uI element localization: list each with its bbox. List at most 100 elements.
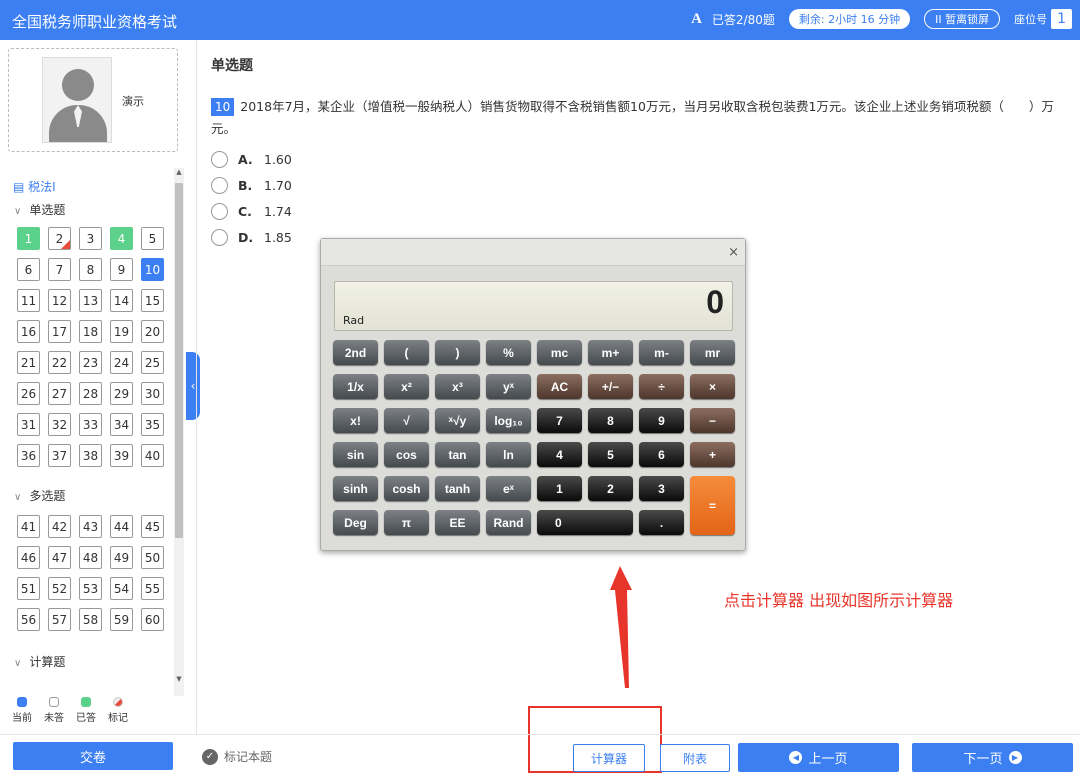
calc-key[interactable]: x³ [435, 374, 480, 399]
question-nav-48[interactable]: 48 [79, 546, 102, 569]
calc-key[interactable]: mc [537, 340, 582, 365]
question-nav-4[interactable]: 4 [110, 227, 133, 250]
calc-key[interactable]: x² [384, 374, 429, 399]
question-nav-17[interactable]: 17 [48, 320, 71, 343]
question-nav-1[interactable]: 1 [17, 227, 40, 250]
calc-key[interactable]: yˣ [486, 374, 531, 399]
calc-key[interactable]: π [384, 510, 429, 535]
calc-key[interactable]: x! [333, 408, 378, 433]
calc-key[interactable]: ln [486, 442, 531, 467]
calc-key[interactable]: log₁₀ [486, 408, 531, 433]
question-nav-7[interactable]: 7 [48, 258, 71, 281]
question-nav-11[interactable]: 11 [17, 289, 40, 312]
calc-key[interactable]: 2 [588, 476, 633, 501]
calc-key[interactable]: 8 [588, 408, 633, 433]
lock-screen-button[interactable]: II 暂离锁屏 [924, 9, 1001, 29]
question-nav-32[interactable]: 32 [48, 413, 71, 436]
calc-key[interactable]: Deg [333, 510, 378, 535]
calc-key[interactable]: sinh [333, 476, 378, 501]
question-nav-12[interactable]: 12 [48, 289, 71, 312]
calc-key[interactable]: ÷ [639, 374, 684, 399]
calc-key[interactable]: 1 [537, 476, 582, 501]
mark-question-button[interactable]: ✓ 标记本题 [202, 748, 272, 765]
radio-button[interactable] [211, 150, 228, 168]
calc-key[interactable]: 1/x [333, 374, 378, 399]
calc-key[interactable]: tan [435, 442, 480, 467]
radio-button[interactable] [211, 202, 228, 220]
question-nav-23[interactable]: 23 [79, 351, 102, 374]
calc-key[interactable]: m+ [588, 340, 633, 365]
radio-button[interactable] [211, 228, 228, 246]
question-nav-27[interactable]: 27 [48, 382, 71, 405]
calc-key[interactable]: % [486, 340, 531, 365]
calc-key[interactable]: 6 [639, 442, 684, 467]
option-2[interactable]: C. 1.74 [211, 198, 292, 224]
question-nav-31[interactable]: 31 [17, 413, 40, 436]
calc-key[interactable]: 3 [639, 476, 684, 501]
calc-key[interactable]: ˣ√y [435, 408, 480, 433]
calculator-button[interactable]: 计算器 [573, 744, 645, 772]
question-nav-19[interactable]: 19 [110, 320, 133, 343]
question-nav-53[interactable]: 53 [79, 577, 102, 600]
question-nav-36[interactable]: 36 [17, 444, 40, 467]
question-nav-60[interactable]: 60 [141, 608, 164, 631]
section-header-single[interactable]: ∨ 单选题 [14, 201, 65, 218]
calc-key[interactable]: × [690, 374, 735, 399]
calc-key[interactable]: Rand [486, 510, 531, 535]
scroll-up-icon[interactable]: ▲ [174, 168, 184, 180]
question-nav-24[interactable]: 24 [110, 351, 133, 374]
calc-key[interactable]: m- [639, 340, 684, 365]
calc-key[interactable]: 5 [588, 442, 633, 467]
question-nav-20[interactable]: 20 [141, 320, 164, 343]
calc-key[interactable]: 0 [537, 510, 633, 535]
collapse-sidebar-button[interactable]: ‹ [186, 352, 200, 420]
question-nav-52[interactable]: 52 [48, 577, 71, 600]
question-nav-59[interactable]: 59 [110, 608, 133, 631]
question-nav-13[interactable]: 13 [79, 289, 102, 312]
question-nav-55[interactable]: 55 [141, 577, 164, 600]
question-nav-49[interactable]: 49 [110, 546, 133, 569]
calc-key[interactable]: 7 [537, 408, 582, 433]
option-3[interactable]: D. 1.85 [211, 224, 292, 250]
calc-key[interactable]: cosh [384, 476, 429, 501]
question-nav-29[interactable]: 29 [110, 382, 133, 405]
prev-page-button[interactable]: ◀ 上一页 [738, 743, 899, 772]
question-nav-9[interactable]: 9 [110, 258, 133, 281]
calc-key[interactable]: ( [384, 340, 429, 365]
question-nav-54[interactable]: 54 [110, 577, 133, 600]
question-nav-46[interactable]: 46 [17, 546, 40, 569]
question-nav-30[interactable]: 30 [141, 382, 164, 405]
calc-key[interactable]: 4 [537, 442, 582, 467]
question-nav-3[interactable]: 3 [79, 227, 102, 250]
question-nav-21[interactable]: 21 [17, 351, 40, 374]
calculator-titlebar[interactable]: × [321, 239, 745, 266]
question-nav-45[interactable]: 45 [141, 515, 164, 538]
calc-key[interactable]: ) [435, 340, 480, 365]
calc-key[interactable]: +/− [588, 374, 633, 399]
question-nav-37[interactable]: 37 [48, 444, 71, 467]
calc-key[interactable]: 2nd [333, 340, 378, 365]
section-header-calc[interactable]: ∨ 计算题 [14, 653, 65, 670]
section-header-multi[interactable]: ∨ 多选题 [14, 487, 65, 504]
scrollbar-thumb[interactable] [175, 183, 183, 538]
calc-key[interactable]: + [690, 442, 735, 467]
scroll-down-icon[interactable]: ▼ [174, 675, 184, 687]
next-page-button[interactable]: 下一页 ▶ [912, 743, 1073, 772]
question-nav-8[interactable]: 8 [79, 258, 102, 281]
subject-label[interactable]: ▤ 税法I [13, 178, 56, 195]
close-icon[interactable]: × [728, 245, 739, 260]
question-nav-2[interactable]: 2 [48, 227, 71, 250]
question-nav-39[interactable]: 39 [110, 444, 133, 467]
option-1[interactable]: B. 1.70 [211, 172, 292, 198]
calc-key[interactable]: = [690, 476, 735, 535]
question-nav-22[interactable]: 22 [48, 351, 71, 374]
question-nav-50[interactable]: 50 [141, 546, 164, 569]
calc-key[interactable]: 9 [639, 408, 684, 433]
question-nav-42[interactable]: 42 [48, 515, 71, 538]
calc-key[interactable]: sin [333, 442, 378, 467]
calc-key[interactable]: tanh [435, 476, 480, 501]
question-nav-44[interactable]: 44 [110, 515, 133, 538]
question-nav-18[interactable]: 18 [79, 320, 102, 343]
question-nav-6[interactable]: 6 [17, 258, 40, 281]
appendix-table-button[interactable]: 附表 [660, 744, 730, 772]
